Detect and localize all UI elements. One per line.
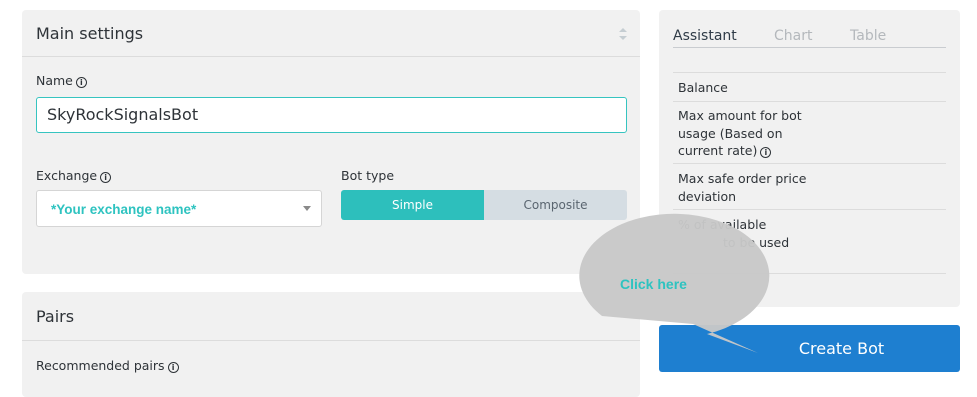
name-label: Name i (36, 73, 87, 88)
recommended-pairs-label-text: Recommended pairs (36, 358, 165, 373)
info-icon[interactable]: i (100, 172, 112, 183)
exchange-label: Exchange i (36, 168, 112, 183)
tab-assistant[interactable]: Assistant (673, 28, 737, 48)
tab-table[interactable]: Table (850, 28, 886, 44)
info-icon[interactable]: i (75, 77, 87, 88)
row-divider (673, 101, 946, 102)
row-divider (673, 209, 946, 210)
bot-type-composite-button[interactable]: Composite (484, 190, 627, 220)
balance-label: Balance (678, 80, 728, 95)
info-icon[interactable]: i (760, 147, 772, 158)
create-bot-button[interactable]: Create Bot (659, 325, 960, 372)
exchange-label-text: Exchange (36, 168, 98, 183)
tab-chart[interactable]: Chart (774, 28, 812, 44)
max-amount-label: Max amount for bot usage (Based on curre… (678, 107, 818, 160)
bot-name-input[interactable]: SkyRockSignalsBot (36, 97, 627, 133)
collapse-icon[interactable] (618, 26, 628, 42)
max-amount-label-text: Max amount for bot usage (Based on curre… (678, 108, 802, 158)
info-icon[interactable]: i (167, 362, 179, 373)
bot-name-value: SkyRockSignalsBot (47, 105, 199, 124)
assistant-panel: Assistant Chart Table Balance Max amount… (659, 10, 960, 307)
pairs-title: Pairs (36, 307, 75, 326)
to-be-used-label: to be used (723, 235, 790, 250)
recommended-pairs-label: Recommended pairs i (36, 358, 179, 373)
name-label-text: Name (36, 73, 73, 88)
pairs-header[interactable]: Pairs (22, 292, 640, 341)
available-percent-label: % of available (678, 217, 767, 232)
exchange-select[interactable]: *Your exchange name* (36, 190, 322, 227)
tab-divider (673, 47, 946, 48)
bot-type-label: Bot type (341, 168, 395, 183)
main-settings-header[interactable]: Main settings (22, 10, 640, 57)
create-bot-button-label: Create Bot (798, 339, 885, 358)
pairs-panel: Pairs Recommended pairs i (22, 292, 640, 397)
row-divider (673, 72, 946, 73)
main-settings-title: Main settings (36, 24, 144, 43)
main-settings-panel: Main settings Name i SkyRockSignalsBot Ex… (22, 10, 640, 274)
bot-type-simple-button[interactable]: Simple (341, 190, 484, 220)
row-divider (673, 163, 946, 164)
chevron-down-icon (303, 206, 311, 211)
exchange-select-value: *Your exchange name* (51, 202, 197, 217)
row-divider (673, 273, 946, 274)
max-safe-order-label: Max safe order price deviation (678, 171, 807, 204)
callout-text: Click here (620, 276, 687, 292)
